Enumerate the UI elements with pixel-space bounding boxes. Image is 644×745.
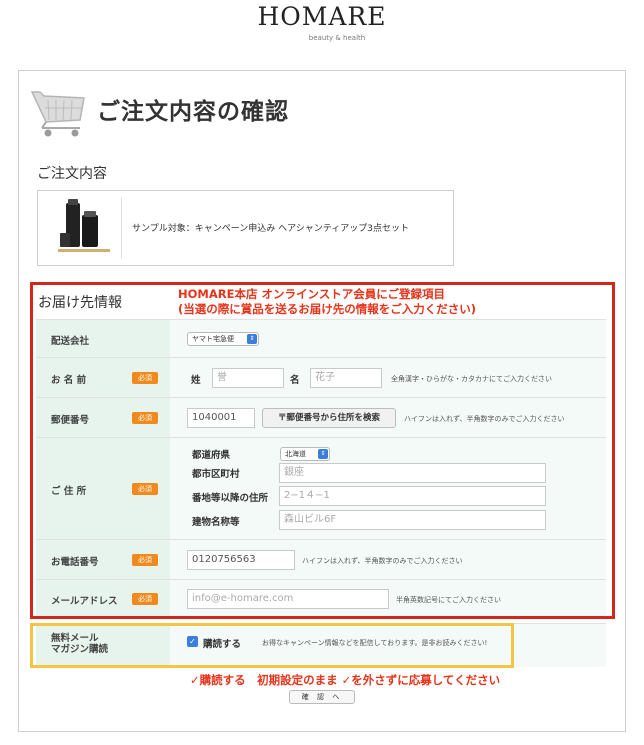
newsletter-highlight <box>30 623 514 668</box>
shopping-cart-icon <box>30 91 85 137</box>
confirm-button[interactable]: 確 認 へ <box>289 690 355 704</box>
brand-logo: HOMARE <box>257 2 387 31</box>
newsletter-instruction: ✓購読する 初期設定のまま ✓を外さずに応募してください <box>190 673 501 687</box>
brand-tagline: beauty & health <box>308 34 366 42</box>
order-section-title: ご注文内容 <box>37 166 107 182</box>
order-item: サンプル対象：キャンペーン申込み ヘアシャンティアップ3点セット <box>37 190 454 266</box>
product-image <box>46 197 122 259</box>
required-fields-highlight <box>30 282 615 619</box>
page-title: ご注文内容の確認 <box>97 99 289 125</box>
product-name: サンプル対象：キャンペーン申込み ヘアシャンティアップ3点セット <box>132 224 409 234</box>
